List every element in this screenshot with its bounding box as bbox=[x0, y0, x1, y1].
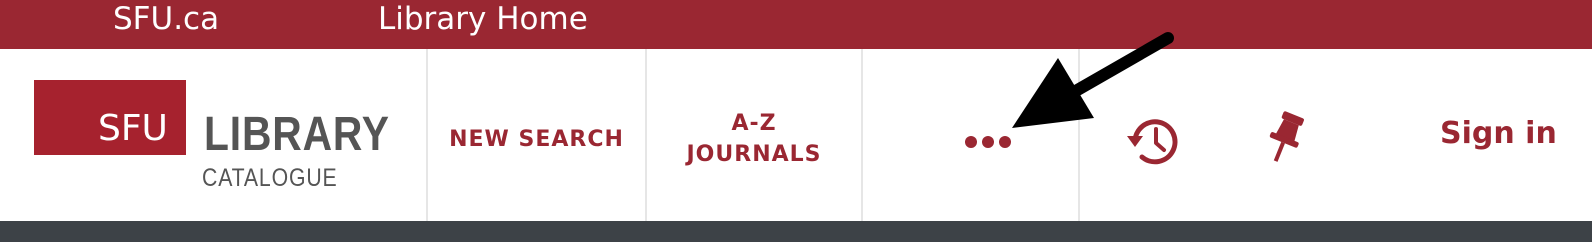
library-home-link[interactable]: Library Home bbox=[378, 0, 588, 40]
az-journals-link[interactable]: A-Z JOURNALS bbox=[647, 108, 861, 170]
az-journals-line1: A-Z bbox=[731, 111, 777, 136]
logo-library-text: LIBRARY bbox=[204, 108, 390, 161]
sfu-ca-link[interactable]: SFU.ca bbox=[113, 0, 219, 40]
more-menu-button[interactable] bbox=[965, 136, 1011, 150]
search-bar-strip bbox=[0, 221, 1592, 242]
pushpin-icon[interactable] bbox=[1262, 110, 1308, 166]
new-search-link[interactable]: NEW SEARCH bbox=[428, 124, 645, 155]
sfu-library-logo[interactable]: SFU LIBRARY CATALOGUE bbox=[34, 80, 389, 200]
nav-divider bbox=[861, 49, 863, 221]
az-journals-line2: JOURNALS bbox=[686, 142, 822, 167]
nav-divider bbox=[1078, 49, 1080, 221]
top-utility-bar: SFU.ca Library Home bbox=[0, 0, 1592, 49]
sign-in-link[interactable]: Sign in bbox=[1440, 114, 1557, 154]
main-header: SFU LIBRARY CATALOGUE NEW SEARCH A-Z JOU… bbox=[0, 49, 1592, 221]
logo-sfu-text: SFU bbox=[98, 108, 168, 149]
logo-catalogue-text: CATALOGUE bbox=[202, 164, 338, 192]
history-icon[interactable] bbox=[1125, 116, 1181, 168]
